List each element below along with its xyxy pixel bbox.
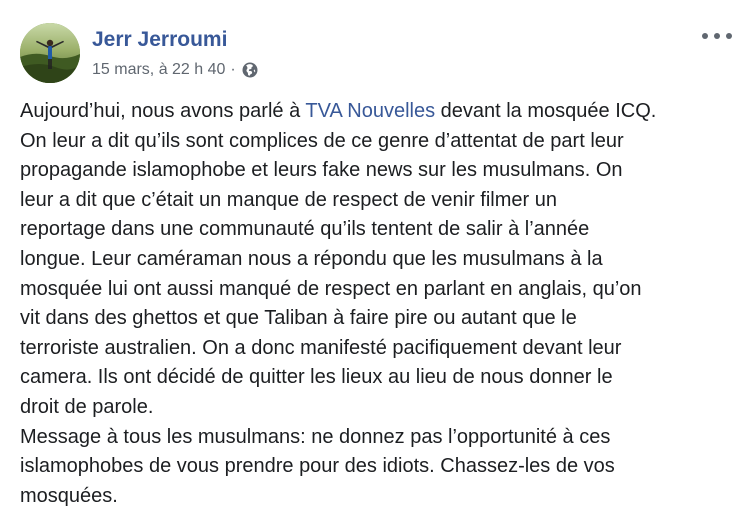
post-text: Aujourd’hui, nous avons parlé à TVA Nouv… <box>20 97 742 511</box>
author-name[interactable]: Jerr Jerroumi <box>92 28 227 52</box>
more-options-icon[interactable] <box>702 28 732 44</box>
post-text-line: terroriste australien. On a donc manifes… <box>20 336 622 359</box>
more-dot <box>702 33 708 39</box>
post-timestamp[interactable]: 15 mars, à 22 h 40 <box>92 61 225 79</box>
more-dot <box>726 33 732 39</box>
post-text-line: camera. Ils ont décidé de quitter les li… <box>20 366 613 389</box>
post-text-line: longue. Leur caméraman nous a répondu qu… <box>20 247 603 270</box>
post-text-line: reportage dans une communauté qu’ils ten… <box>20 218 590 241</box>
post-text-line: propagande islamophobe et leurs fake new… <box>20 159 623 182</box>
post-text-line: On leur a dit qu’ils sont complices de c… <box>20 129 624 152</box>
post-text-segment: Aujourd’hui, nous avons parlé à <box>20 100 306 122</box>
page-link-tva-nouvelles[interactable]: TVA Nouvelles <box>305 100 435 122</box>
globe-icon[interactable] <box>242 62 258 78</box>
more-dot <box>714 33 720 39</box>
avatar[interactable] <box>20 23 80 83</box>
post-text-line: mosquées. <box>20 484 118 507</box>
avatar-image <box>20 23 80 83</box>
post-text-line: droit de parole. <box>20 395 154 418</box>
post-text-line: mosquée lui ont aussi manqué de respect … <box>20 277 642 300</box>
meta-separator: · <box>230 61 236 78</box>
facebook-post: Jerr Jerroumi 15 mars, à 22 h 40 · Aujou… <box>0 0 752 532</box>
post-header: Jerr Jerroumi 15 mars, à 22 h 40 · <box>20 22 732 86</box>
post-text-segment: devant la mosquée ICQ. <box>435 100 657 122</box>
post-text-line: islamophobes de vous prendre pour des id… <box>20 455 615 478</box>
post-text-line: leur a dit que c’était un manque de resp… <box>20 188 557 211</box>
post-text-line: Message à tous les musulmans: ne donnez … <box>20 425 611 448</box>
post-meta: 15 mars, à 22 h 40 · <box>92 61 258 79</box>
post-text-line: Aujourd’hui, nous avons parlé à TVA Nouv… <box>20 97 742 127</box>
post-text-line: vit dans des ghettos et que Taliban à fa… <box>20 307 577 330</box>
